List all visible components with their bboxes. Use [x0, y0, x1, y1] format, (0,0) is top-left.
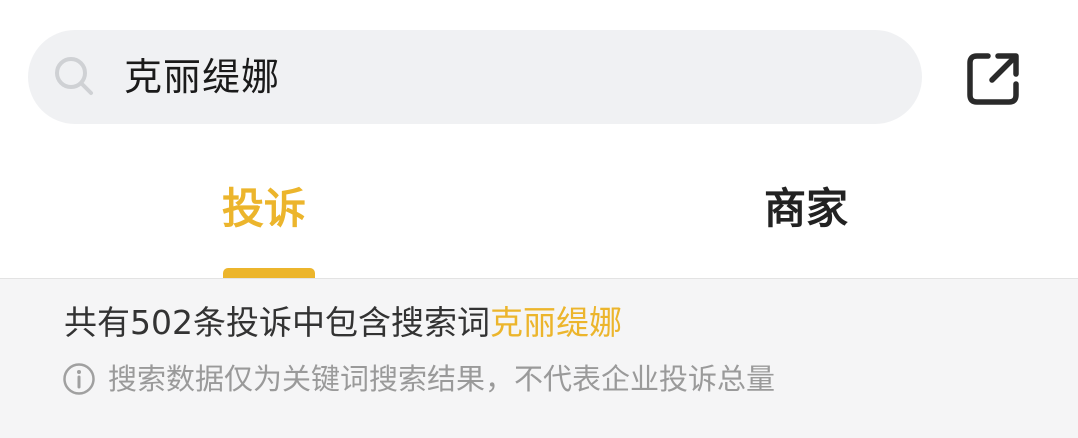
summary-prefix: 共有502条投诉中包含搜索词 — [64, 303, 490, 342]
summary-keyword: 克丽缇娜 — [490, 303, 622, 342]
search-disclaimer: 搜索数据仅为关键词搜索结果，不代表企业投诉总量 — [62, 359, 775, 399]
tab-merchants[interactable]: 商家 — [764, 180, 848, 238]
tab-complaints[interactable]: 投诉 — [222, 180, 306, 238]
external-link-icon — [967, 53, 1019, 105]
disclaimer-text: 搜索数据仅为关键词搜索结果，不代表企业投诉总量 — [108, 362, 776, 396]
share-button[interactable] — [960, 46, 1026, 112]
results-summary: 共有502条投诉中包含搜索词克丽缇娜 — [64, 301, 622, 345]
search-icon — [55, 57, 93, 95]
search-results-page: 克丽缇娜 投诉 商家 共有502条投诉中包含搜索词克丽缇娜 搜索数据仅为关键词搜… — [0, 0, 1078, 438]
search-input[interactable]: 克丽缇娜 — [124, 54, 280, 100]
results-summary-panel: 共有502条投诉中包含搜索词克丽缇娜 搜索数据仅为关键词搜索结果，不代表企业投诉… — [0, 278, 1078, 438]
tab-bar: 投诉 商家 — [0, 160, 1078, 278]
active-tab-indicator — [223, 268, 315, 278]
info-icon — [63, 363, 95, 395]
